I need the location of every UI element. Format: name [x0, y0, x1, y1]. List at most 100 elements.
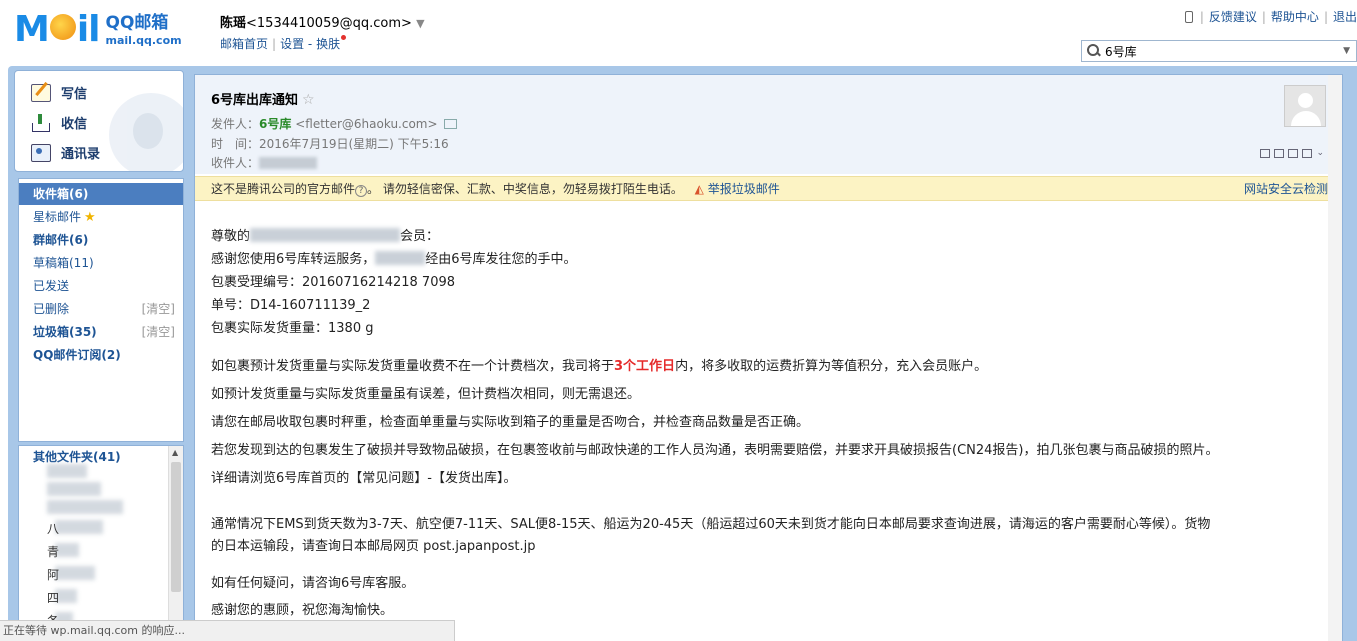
text: 内，将多收取的运费折算为等值积分，充入会员账户。: [675, 359, 988, 374]
feedback-link[interactable]: 反馈建议: [1209, 8, 1257, 25]
caret-down-icon[interactable]: ▼: [416, 17, 424, 30]
divider: |: [272, 37, 277, 51]
contact-card-icon[interactable]: [443, 119, 457, 129]
search-box[interactable]: ▼: [1081, 40, 1357, 62]
weight-line: 包裹实际发货重量：1380 g: [211, 321, 374, 336]
redacted-item: [55, 566, 95, 580]
tracking-line: 单号：D14-160711139_2: [211, 298, 371, 313]
folder-spam[interactable]: 垃圾箱(35) [清空]: [19, 321, 183, 343]
print-icon[interactable]: [1302, 149, 1313, 158]
folder-fragment[interactable]: 阿: [47, 566, 59, 583]
sidebar-scrollbar[interactable]: ▲ ▼: [168, 446, 183, 640]
recipient-row: 收件人：: [211, 154, 318, 171]
search-dropdown-icon[interactable]: ▼: [1343, 46, 1350, 56]
notice-tip: 。 请勿轻信密保、汇款、中奖信息，勿轻易拨打陌生电话。: [367, 182, 683, 196]
search-icon[interactable]: [1087, 44, 1101, 58]
folder-label: 收件箱(6): [33, 187, 89, 201]
sender-avatar[interactable]: [1284, 85, 1326, 127]
folder-label: QQ邮件订阅(2): [33, 348, 121, 362]
contacts-icon: [31, 143, 51, 162]
search-input[interactable]: [1105, 44, 1335, 58]
greeting-suffix: 会员：: [400, 229, 440, 244]
browser-status-bar: 正在等待 wp.mail.qq.com 的响应...: [0, 620, 455, 641]
inbox-download-icon: [31, 113, 51, 132]
main-scrollbar[interactable]: [1328, 75, 1342, 641]
chevron-down-icon[interactable]: ⌄: [1316, 149, 1324, 158]
scrollbar-thumb[interactable]: [171, 462, 181, 592]
qq-mail-logo[interactable]: Mil QQ邮箱 mail.qq.com: [14, 10, 182, 50]
mail-reading-pane: 6号库出库通知 ☆ 发件人：6号库 <fletter@6haoku.com> 时 …: [194, 74, 1343, 641]
qq-penguin-watermark: [109, 93, 183, 171]
folder-list: 收件箱(6) 星标邮件 ★ 群邮件(6) 草稿箱(11) 已发送 已删除 [清空] …: [18, 178, 184, 442]
mail-tools: ⌄: [1260, 149, 1324, 158]
redacted-text: [375, 251, 426, 265]
folder-drafts[interactable]: 草稿箱(11): [19, 252, 183, 274]
paragraph-faq: 详细请浏览6号库首页的【常见问题】-【发货出库】。: [211, 471, 517, 486]
help-link[interactable]: 帮助中心: [1271, 8, 1319, 25]
folder-deleted[interactable]: 已删除 [清空]: [19, 298, 183, 320]
report-label: 举报垃圾邮件: [707, 182, 780, 196]
time-value: 2016年7月19日(星期二) 下午5:16: [259, 137, 449, 151]
screenshot-icon[interactable]: [1288, 149, 1299, 158]
cloud-security-link[interactable]: 网站安全云检测: [1244, 177, 1328, 201]
compose-icon: [31, 83, 51, 102]
logo-url: mail.qq.com: [105, 33, 182, 47]
top-links: | 反馈建议 | 帮助中心 | 退出: [1184, 8, 1357, 25]
subject-text: 6号库出库通知: [211, 93, 299, 108]
security-notice: 这不是腾讯公司的官方邮件?。 请勿轻信密保、汇款、中奖信息，勿轻易拨打陌生电话。…: [195, 176, 1342, 201]
compose-label: 写信: [61, 87, 88, 102]
account-email: <1534410059@qq.com>: [246, 16, 412, 31]
redacted-account: [250, 228, 401, 242]
paragraph-damage: 若您发现到达的包裹发生了破损并导致物品破损，在包裹签收前与邮政快递的工作人员沟通…: [211, 443, 1219, 458]
star-outline-icon[interactable]: ☆: [302, 92, 315, 108]
scroll-up-icon[interactable]: ▲: [172, 448, 178, 457]
folder-label: 草稿箱(11): [33, 256, 94, 270]
sender-row: 发件人：6号库 <fletter@6haoku.com>: [211, 115, 457, 132]
folder-sent[interactable]: 已发送: [19, 275, 183, 297]
folder-inbox[interactable]: 收件箱(6): [19, 183, 183, 205]
paragraph-contact: 如有任何疑问，请咨询6号库客服。: [211, 576, 415, 591]
contacts-label: 通讯录: [61, 147, 101, 162]
skin-link[interactable]: 换肤: [316, 37, 340, 51]
folder-fragment[interactable]: 四: [47, 589, 59, 606]
divider: |: [1199, 9, 1204, 24]
settings-link[interactable]: 设置: [280, 37, 304, 51]
quick-actions: 写信 收信 通讯录: [14, 70, 184, 172]
folder-fragment[interactable]: 青: [47, 543, 59, 560]
compose-button[interactable]: 写信: [31, 83, 87, 102]
account-switcher[interactable]: 陈瑶<1534410059@qq.com> ▼: [220, 12, 425, 31]
phone-icon[interactable]: [1184, 10, 1193, 23]
new-window-icon[interactable]: [1274, 149, 1285, 158]
receive-button[interactable]: 收信: [31, 113, 87, 132]
text: 如包裹预计发货重量与实际发货重量收费不在一个计费档次，我司将于: [211, 359, 615, 374]
account-name: 陈瑶: [220, 16, 247, 31]
redacted-item: [47, 482, 101, 496]
paragraph-no-refund: 如预计发货重量与实际发货重量虽有误差，但计费档次相同，则无需退还。: [211, 387, 641, 402]
empty-deleted-link[interactable]: [清空]: [142, 298, 175, 320]
mail-header: 6号库出库通知 ☆ 发件人：6号库 <fletter@6haoku.com> 时 …: [195, 75, 1342, 174]
folder-label: 星标邮件: [33, 210, 82, 224]
contacts-button[interactable]: 通讯录: [31, 143, 100, 162]
folder-group-mail[interactable]: 群邮件(6): [19, 229, 183, 251]
account-info: 陈瑶<1534410059@qq.com> ▼ 邮箱首页 | 设置 - 换肤: [220, 12, 425, 52]
folder-starred[interactable]: 星标邮件 ★: [19, 206, 183, 228]
empty-spam-link[interactable]: [清空]: [142, 321, 175, 343]
mail-home-link[interactable]: 邮箱首页: [220, 37, 268, 51]
mail-logo-mark: Mil: [14, 9, 101, 50]
folder-label: 群邮件(6): [33, 233, 89, 247]
report-spam-link[interactable]: ◭ 举报垃圾邮件: [695, 182, 780, 196]
time-row: 时 间：2016年7月19日(星期二) 下午5:16: [211, 135, 449, 152]
report-icon: ◭: [694, 182, 704, 196]
folder-fragment[interactable]: 八: [47, 520, 59, 537]
sender-name[interactable]: 6号库: [259, 117, 291, 131]
folder-subscriptions[interactable]: QQ邮件订阅(2): [19, 344, 183, 366]
new-dot-icon: [341, 35, 347, 40]
help-question-icon[interactable]: ?: [355, 185, 368, 197]
window-icon[interactable]: [1260, 149, 1271, 158]
redacted-item: [55, 520, 103, 534]
greeting-text: 尊敬的: [211, 229, 251, 244]
other-folders-title[interactable]: 其他文件夹(41): [33, 448, 121, 465]
logout-link[interactable]: 退出: [1333, 8, 1357, 25]
top-header: Mil QQ邮箱 mail.qq.com 陈瑶<1534410059@qq.co…: [0, 0, 1357, 68]
dash-separator: -: [307, 37, 313, 51]
